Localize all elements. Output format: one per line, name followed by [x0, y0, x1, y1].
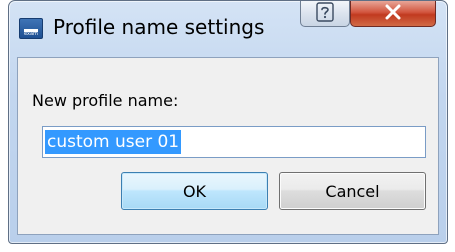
app-icon-text: exam — [24, 31, 38, 37]
profile-name-value: custom user 01 — [45, 130, 182, 154]
ok-button[interactable]: OK — [121, 172, 268, 210]
cancel-button[interactable]: Cancel — [279, 172, 426, 210]
title-bar[interactable]: exam Profile name settings — [9, 1, 447, 57]
help-button[interactable] — [300, 1, 350, 27]
profile-name-input[interactable]: custom user 01 — [42, 126, 426, 158]
close-button[interactable] — [350, 1, 436, 27]
app-icon: exam — [19, 18, 43, 39]
window-title: Profile name settings — [53, 15, 265, 39]
question-mark-icon — [315, 1, 335, 26]
close-icon — [383, 4, 403, 24]
profile-name-label: New profile name: — [32, 91, 179, 110]
